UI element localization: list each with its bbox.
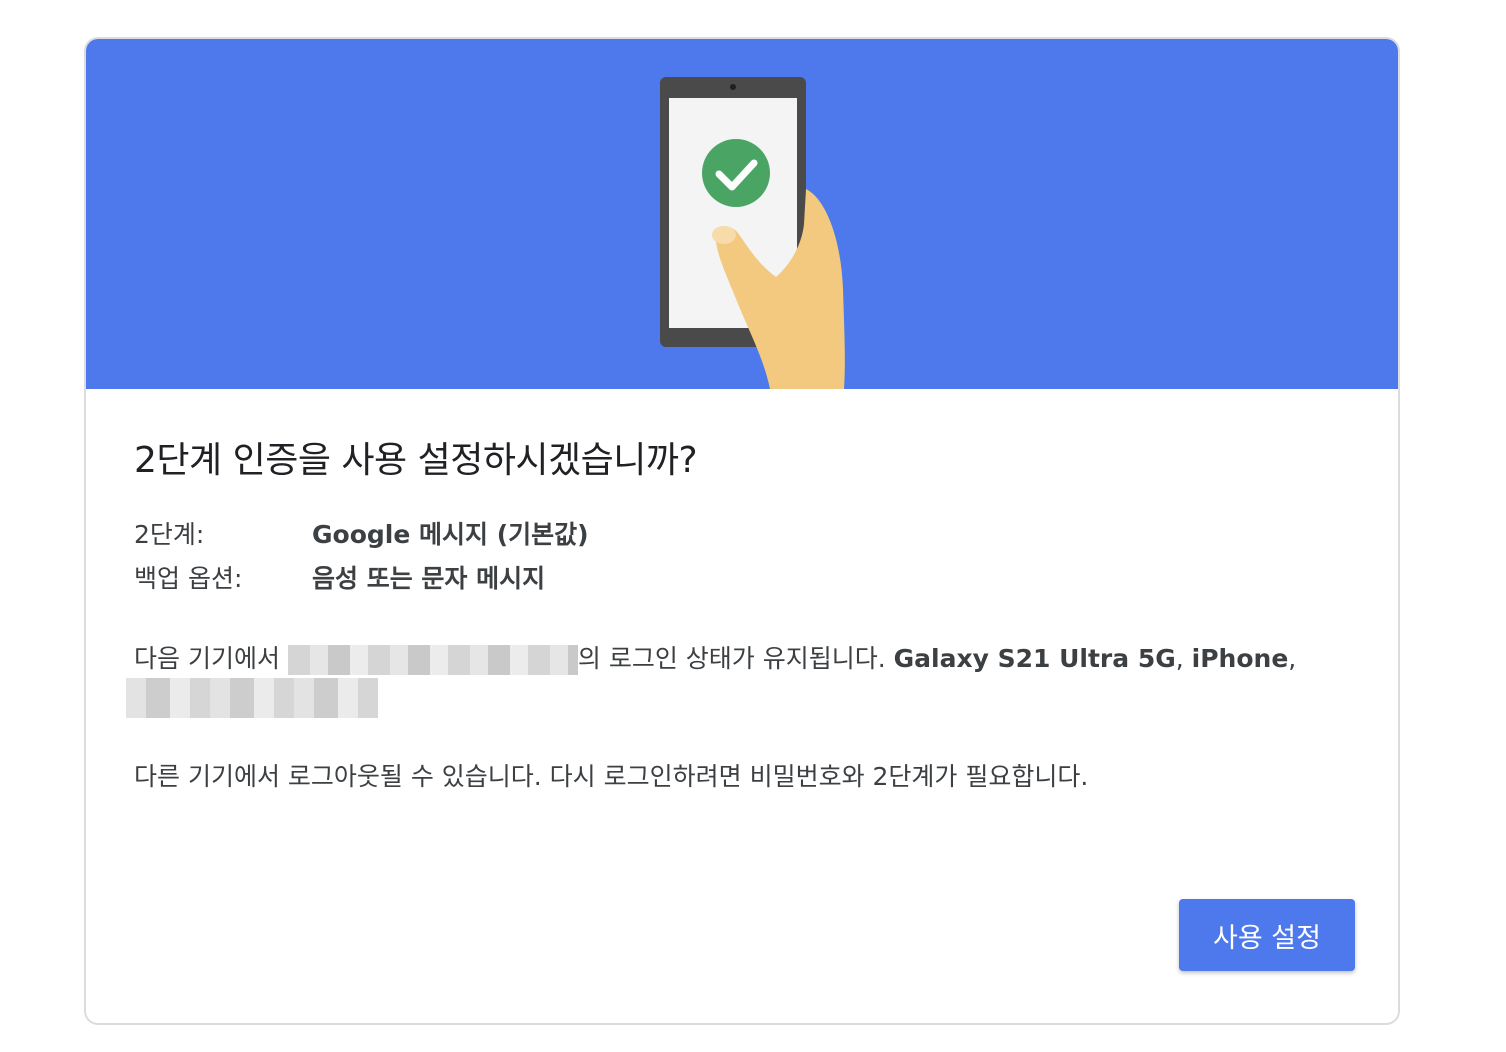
second-step-row: 2단계: Google 메시지 (기본값) bbox=[134, 515, 589, 551]
redacted-account bbox=[287, 645, 578, 675]
logout-notice: 다른 기기에서 로그아웃될 수 있습니다. 다시 로그인하려면 비밀번호와 2단… bbox=[134, 762, 1089, 791]
two-step-verification-dialog: 2단계 인증을 사용 설정하시겠습니까? 2단계: Google 메시지 (기본… bbox=[84, 37, 1400, 1025]
backup-option-value: 음성 또는 문자 메시지 bbox=[312, 564, 546, 593]
second-step-value: Google 메시지 (기본값) bbox=[312, 520, 589, 549]
dialog-title: 2단계 인증을 사용 설정하시겠습니까? bbox=[134, 440, 698, 481]
check-circle-icon bbox=[702, 139, 770, 207]
devices-prefix: 다음 기기에서 bbox=[134, 644, 280, 673]
devices-middle: 의 로그인 상태가 유지됩니다. bbox=[577, 644, 886, 673]
backup-option-label: 백업 옵션: bbox=[134, 564, 243, 593]
hero-banner bbox=[86, 39, 1398, 389]
second-step-label: 2단계: bbox=[134, 520, 205, 549]
trusted-devices-text: 다음 기기에서 의 로그인 상태가 유지됩니다. Galaxy S21 Ultr… bbox=[134, 639, 1354, 679]
device-separator-2: , bbox=[1288, 644, 1297, 673]
backup-option-row: 백업 옵션: 음성 또는 문자 메시지 bbox=[134, 559, 545, 595]
redacted-device bbox=[126, 678, 378, 718]
device-iphone: iPhone bbox=[1191, 644, 1289, 673]
device-galaxy: Galaxy S21 Ultra 5G bbox=[893, 644, 1176, 673]
device-separator: , bbox=[1175, 644, 1184, 673]
phone-in-hand-illustration bbox=[660, 77, 845, 389]
enable-button[interactable]: 사용 설정 bbox=[1179, 899, 1355, 971]
